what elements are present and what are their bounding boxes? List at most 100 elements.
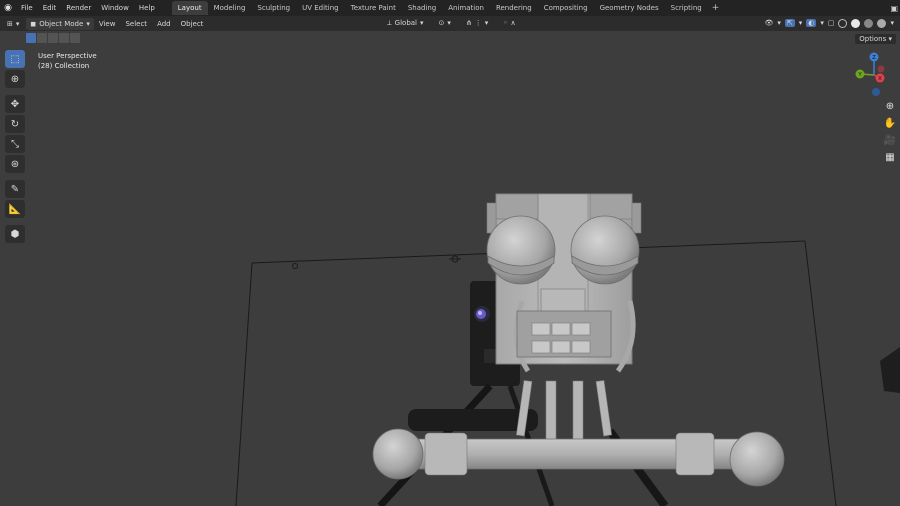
- tab-modeling[interactable]: Modeling: [208, 1, 252, 15]
- add-workspace-button[interactable]: +: [708, 3, 724, 13]
- viewport-shading-controls: 👁 ▾ ⇱ ▾ ◐ ▾ ▢ ▾: [764, 17, 894, 29]
- top-right-area: ▣: [890, 0, 900, 16]
- transform-tool[interactable]: ⊛: [5, 155, 25, 173]
- cursor-tool[interactable]: ⊕: [5, 70, 25, 88]
- tab-geometry-nodes[interactable]: Geometry Nodes: [594, 1, 665, 15]
- menu-object[interactable]: Object: [176, 20, 209, 28]
- options-label: Options: [859, 35, 887, 43]
- tab-shading[interactable]: Shading: [402, 1, 442, 15]
- move-icon: ✥: [10, 98, 20, 110]
- orientation-label: Global: [394, 19, 418, 27]
- chevron-down-icon[interactable]: ▾: [820, 19, 824, 27]
- chevron-down-icon[interactable]: ▾: [799, 19, 803, 27]
- solid-shading-icon[interactable]: [851, 18, 861, 28]
- select-box-icon: ⬚: [10, 53, 20, 65]
- move-tool[interactable]: ✥: [5, 95, 25, 113]
- tool-shelf: ⬚ ⊕ ✥ ↻ ⤡ ⊛ ✎ 📐 ⬢: [5, 50, 27, 243]
- select-box-tool[interactable]: ⬚: [5, 50, 25, 68]
- annotate-tool[interactable]: ✎: [5, 180, 25, 198]
- editor-type-button[interactable]: ⊞ ▾: [3, 18, 23, 30]
- chevron-down-icon: ▾: [447, 19, 451, 27]
- gizmo-x-label: X: [878, 76, 882, 82]
- snap-icon: ⋔: [465, 19, 472, 27]
- transform-controls: ⟂ Global ▾ ⊙ ▾ ⋔ ⋮ ▾ ◦ ∧: [380, 17, 520, 29]
- menu-view[interactable]: View: [94, 20, 121, 28]
- menu-help[interactable]: Help: [134, 0, 160, 16]
- gizmo-neg-z-axis[interactable]: [872, 88, 880, 96]
- cursor-icon: ⊕: [10, 73, 20, 85]
- annotate-icon: ✎: [10, 183, 20, 195]
- tab-animation[interactable]: Animation: [442, 1, 490, 15]
- proportional-edit-icon: ◦: [503, 19, 508, 27]
- zoom-icon[interactable]: ⊕: [882, 98, 898, 114]
- collection-label: (28) Collection: [38, 62, 90, 70]
- xray-icon[interactable]: ▢: [828, 19, 835, 27]
- editor-type-icon: ⊞: [7, 19, 13, 28]
- 3d-viewport[interactable]: [0, 31, 900, 506]
- proportional-edit-toggle[interactable]: ◦ ∧: [499, 17, 519, 29]
- chevron-down-icon[interactable]: ▾: [890, 19, 894, 27]
- menu-window[interactable]: Window: [96, 0, 134, 16]
- tab-texture-paint[interactable]: Texture Paint: [345, 1, 402, 15]
- transform-icon: ⊛: [10, 158, 20, 170]
- falloff-icon: ∧: [510, 19, 516, 27]
- tab-rendering[interactable]: Rendering: [490, 1, 538, 15]
- gizmo-icon[interactable]: ⇱: [784, 19, 795, 27]
- viewport-overlay-text: User Perspective (28) Collection: [38, 51, 97, 71]
- workspace-tabs: Layout Modeling Sculpting UV Editing Tex…: [171, 0, 724, 16]
- menu-add[interactable]: Add: [152, 20, 176, 28]
- add-cube-icon: ⬢: [10, 228, 20, 240]
- gizmo-y-label: Y: [857, 72, 862, 78]
- head-model: [486, 193, 642, 446]
- tab-scripting[interactable]: Scripting: [665, 1, 708, 15]
- tab-sculpting[interactable]: Sculpting: [251, 1, 296, 15]
- measure-tool[interactable]: 📐: [5, 200, 25, 218]
- object-mode-icon: ◼: [30, 19, 37, 28]
- menu-file[interactable]: File: [16, 0, 38, 16]
- measure-icon: 📐: [8, 203, 22, 215]
- scene-icon[interactable]: ▣: [890, 4, 898, 13]
- overlay-icon[interactable]: ◐: [806, 19, 817, 27]
- orientation-icon: ⟂: [387, 18, 392, 27]
- perspective-grid-icon[interactable]: ▦: [882, 149, 898, 165]
- tab-layout[interactable]: Layout: [171, 1, 208, 15]
- chevron-down-icon: ▾: [888, 35, 892, 43]
- pivot-icon: ⊙: [438, 19, 445, 27]
- chevron-down-icon: ▾: [15, 19, 20, 28]
- orientation-dropdown[interactable]: ⟂ Global ▾: [383, 17, 428, 29]
- add-cube-tool[interactable]: ⬢: [5, 225, 25, 243]
- view-name: User Perspective: [38, 52, 97, 60]
- chevron-down-icon[interactable]: ▾: [777, 19, 781, 27]
- mode-dropdown[interactable]: ◼ Object Mode ▾: [26, 17, 94, 30]
- snap-target-icon: ⋮: [474, 19, 482, 27]
- rotate-tool[interactable]: ↻: [5, 115, 25, 133]
- gizmo-neg-x-axis[interactable]: [877, 65, 885, 73]
- side-camera-object: [880, 347, 900, 393]
- rendered-shading-icon[interactable]: [877, 18, 887, 28]
- visibility-icon[interactable]: 👁: [764, 19, 773, 27]
- scale-tool[interactable]: ⤡: [5, 135, 25, 153]
- chevron-down-icon: ▾: [86, 19, 90, 28]
- tab-uv-editing[interactable]: UV Editing: [296, 1, 345, 15]
- top-menu-bar: ◉ File Edit Render Window Help Layout Mo…: [0, 0, 900, 16]
- options-dropdown[interactable]: Options ▾: [855, 34, 896, 44]
- camera-view-icon[interactable]: 🎥: [882, 132, 898, 148]
- navigation-gizmo[interactable]: Z Y X: [850, 50, 890, 100]
- menu-select[interactable]: Select: [120, 20, 152, 28]
- mode-label: Object Mode: [39, 19, 84, 28]
- wireframe-shading-icon[interactable]: [838, 18, 848, 28]
- rotate-icon: ↻: [10, 118, 20, 130]
- snap-toggle[interactable]: ⋔ ⋮ ▾: [462, 17, 492, 29]
- chevron-down-icon: ▾: [484, 19, 489, 27]
- menu-render[interactable]: Render: [61, 0, 96, 16]
- blender-logo-icon[interactable]: ◉: [0, 0, 16, 16]
- scale-icon: ⤡: [11, 138, 19, 150]
- gizmo-z-label: Z: [872, 55, 876, 61]
- chevron-down-icon: ▾: [420, 19, 424, 27]
- viewport-header: ⊞ ▾ ◼ Object Mode ▾ View Select Add Obje…: [0, 16, 900, 31]
- tab-compositing[interactable]: Compositing: [538, 1, 594, 15]
- pan-hand-icon[interactable]: ✋: [882, 115, 898, 131]
- menu-edit[interactable]: Edit: [38, 0, 62, 16]
- pivot-dropdown[interactable]: ⊙ ▾: [435, 17, 455, 29]
- material-shading-icon[interactable]: [864, 18, 874, 28]
